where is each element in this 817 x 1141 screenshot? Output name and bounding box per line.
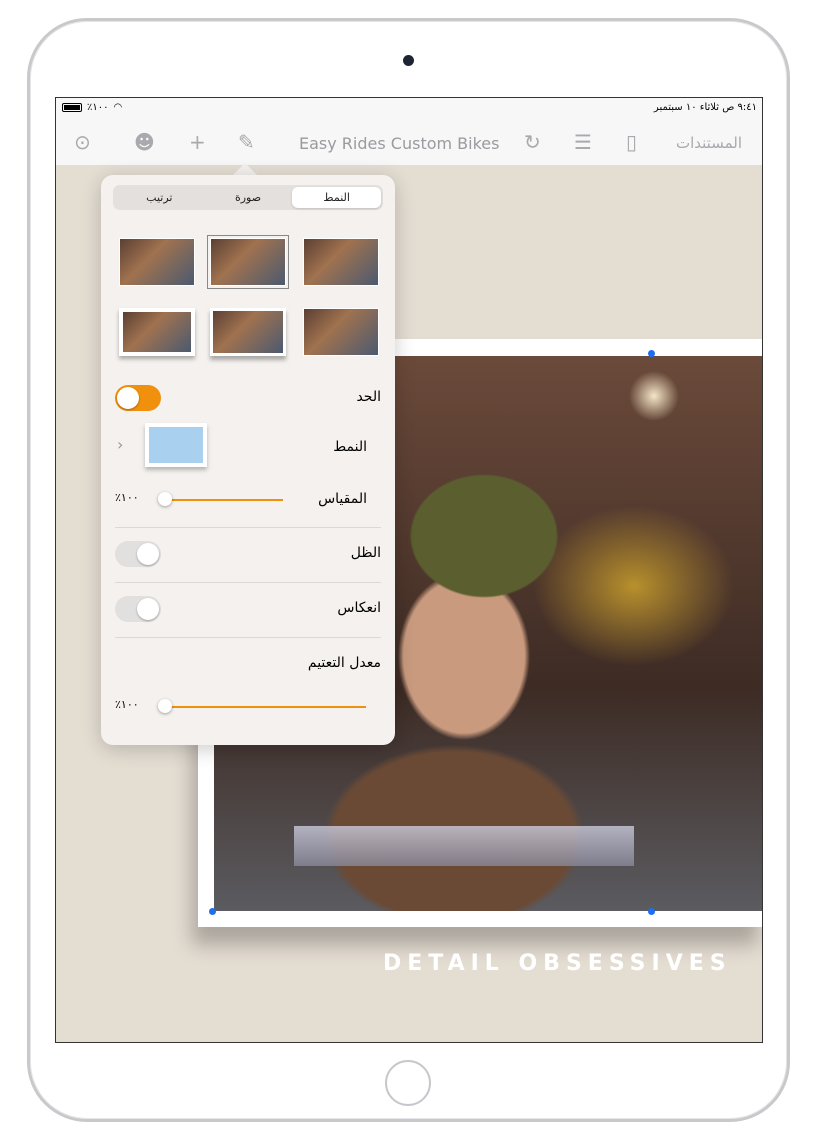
home-button[interactable] bbox=[385, 1060, 431, 1106]
camera bbox=[403, 55, 414, 66]
opacity-label: معدل التعتيم bbox=[307, 655, 381, 671]
wifi-icon: ◠ bbox=[113, 102, 123, 113]
border-toggle[interactable] bbox=[115, 385, 161, 411]
scale-slider[interactable] bbox=[165, 499, 283, 501]
chevron-left-icon[interactable]: ‹ bbox=[117, 435, 123, 454]
segmented-tabs: النمط صورة ترتيب bbox=[113, 185, 383, 210]
style-preset[interactable] bbox=[210, 308, 286, 356]
selection-handle[interactable] bbox=[648, 908, 655, 915]
style-preset[interactable] bbox=[207, 235, 289, 289]
caption-text[interactable]: DETAIL OBSESSIVES bbox=[383, 951, 732, 976]
tab-image[interactable]: صورة bbox=[204, 187, 293, 208]
tab-arrange[interactable]: ترتيب bbox=[115, 187, 204, 208]
scale-label: المقياس bbox=[318, 491, 367, 507]
document-title: Easy Rides Custom Bikes bbox=[299, 134, 500, 153]
sidebar-icon[interactable]: ▯ bbox=[626, 130, 637, 154]
format-popover: النمط صورة ترتيب الحد النمط ‹ ٪١٠٠ المقي… bbox=[101, 175, 395, 745]
opacity-slider-thumb[interactable] bbox=[158, 699, 172, 713]
style-preset[interactable] bbox=[119, 308, 195, 356]
undo-icon[interactable]: ↻ bbox=[524, 130, 541, 154]
style-preset[interactable] bbox=[303, 238, 379, 286]
add-icon[interactable]: + bbox=[189, 130, 206, 154]
style-label: النمط bbox=[333, 439, 367, 455]
status-bar: ٪١٠٠ ◠ ٩:٤١ ص ثلاثاء ١٠ سبتمبر bbox=[56, 98, 762, 120]
battery-level: ٪١٠٠ bbox=[87, 102, 109, 113]
shadow-toggle[interactable] bbox=[115, 541, 161, 567]
divider bbox=[115, 527, 381, 528]
collaborate-icon[interactable]: ☻ bbox=[134, 130, 155, 154]
style-preset[interactable] bbox=[119, 238, 195, 286]
divider bbox=[115, 637, 381, 638]
divider bbox=[115, 582, 381, 583]
more-icon[interactable]: ⊙ bbox=[74, 130, 91, 154]
border-label: الحد bbox=[356, 389, 381, 405]
tab-style[interactable]: النمط bbox=[292, 187, 381, 208]
battery-icon bbox=[62, 103, 82, 112]
scale-value: ٪١٠٠ bbox=[115, 491, 139, 504]
format-brush-icon[interactable]: ✎ bbox=[238, 130, 255, 154]
opacity-value: ٪١٠٠ bbox=[115, 698, 139, 711]
documents-button[interactable]: المستندات bbox=[676, 134, 742, 152]
time-date: ٩:٤١ ص ثلاثاء ١٠ سبتمبر bbox=[653, 102, 757, 113]
border-style-swatch[interactable] bbox=[145, 423, 207, 467]
outline-icon[interactable]: ☰ bbox=[574, 130, 592, 154]
toolbar: ⊙ ☻ + ✎ Easy Rides Custom Bikes ↻ ☰ ▯ ال… bbox=[56, 120, 762, 166]
style-preset[interactable] bbox=[303, 308, 379, 356]
selection-handle[interactable] bbox=[209, 908, 216, 915]
reflection-label: انعكاس bbox=[337, 600, 381, 616]
selection-handle[interactable] bbox=[648, 350, 655, 357]
scale-slider-thumb[interactable] bbox=[158, 492, 172, 506]
shadow-label: الظل bbox=[350, 545, 381, 561]
reflection-toggle[interactable] bbox=[115, 596, 161, 622]
opacity-slider[interactable] bbox=[165, 706, 366, 708]
